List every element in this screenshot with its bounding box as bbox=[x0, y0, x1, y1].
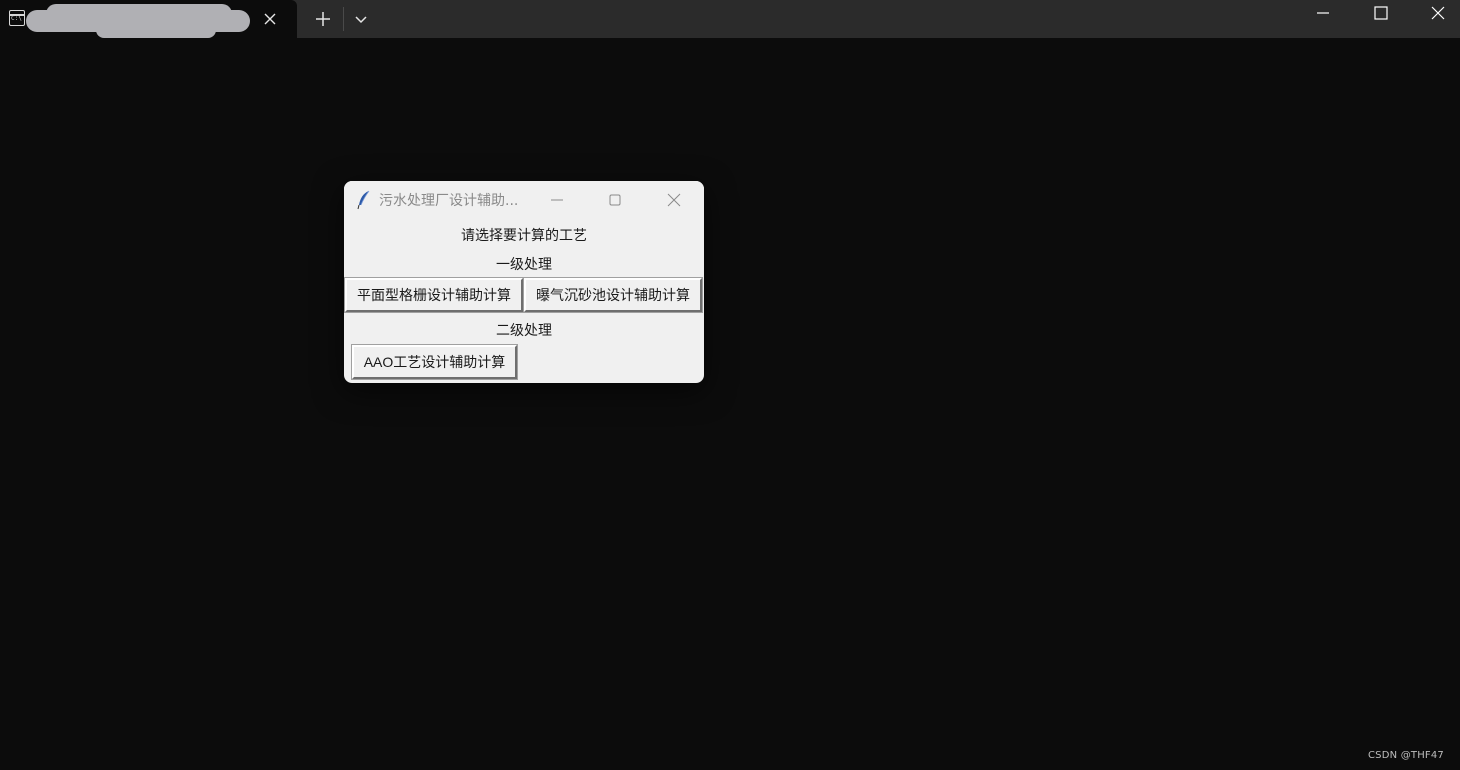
section-heading-secondary: 二级处理 bbox=[496, 323, 552, 339]
chevron-down-icon bbox=[355, 16, 367, 24]
dialog-maximize-button[interactable] bbox=[600, 189, 630, 211]
bar-screen-calc-button[interactable]: 平面型格栅设计辅助计算 bbox=[344, 277, 524, 313]
dialog-titlebar[interactable]: 污水处理厂设计辅助... bbox=[344, 181, 704, 219]
watermark: CSDN @THF47 bbox=[1368, 750, 1444, 761]
section-heading-primary: 一级处理 bbox=[496, 257, 552, 273]
maximize-icon bbox=[1374, 6, 1388, 20]
dialog-title: 污水处理厂设计辅助... bbox=[379, 193, 519, 209]
terminal-window: C:\ 污水处理厂设计辅助... 请选择要计算的工艺 一级处理 平面型格栅设计辅… bbox=[0, 0, 1460, 770]
close-icon bbox=[264, 13, 276, 25]
plus-icon bbox=[316, 12, 330, 26]
window-maximize-button[interactable] bbox=[1352, 0, 1410, 30]
process-selection-dialog: 污水处理厂设计辅助... 请选择要计算的工艺 一级处理 平面型格栅设计辅助计算 … bbox=[344, 181, 704, 383]
tab-divider bbox=[343, 7, 344, 31]
window-minimize-button[interactable] bbox=[1294, 0, 1352, 30]
minimize-icon bbox=[1317, 12, 1329, 14]
dialog-prompt: 请选择要计算的工艺 bbox=[461, 228, 587, 244]
terminal-icon: C:\ bbox=[9, 10, 25, 26]
tab-strip: C:\ bbox=[0, 0, 1460, 38]
feather-icon bbox=[357, 190, 370, 210]
window-close-button[interactable] bbox=[1410, 0, 1460, 30]
aerated-grit-chamber-calc-button[interactable]: 曝气沉砂池设计辅助计算 bbox=[523, 277, 703, 313]
tab-dropdown-button[interactable] bbox=[349, 7, 373, 31]
close-icon bbox=[667, 193, 681, 207]
tab-close-button[interactable] bbox=[259, 8, 281, 30]
terminal-icon-text: C:\ bbox=[11, 15, 22, 22]
redacted-tab-title bbox=[26, 4, 250, 42]
minimize-icon bbox=[551, 199, 563, 201]
dialog-close-button[interactable] bbox=[659, 189, 689, 211]
maximize-icon bbox=[609, 194, 621, 206]
aao-process-calc-button[interactable]: AAO工艺设计辅助计算 bbox=[351, 344, 518, 380]
dialog-minimize-button[interactable] bbox=[542, 189, 572, 211]
new-tab-button[interactable] bbox=[309, 6, 337, 32]
close-icon bbox=[1431, 6, 1445, 20]
terminal-tab[interactable]: C:\ bbox=[0, 0, 297, 38]
